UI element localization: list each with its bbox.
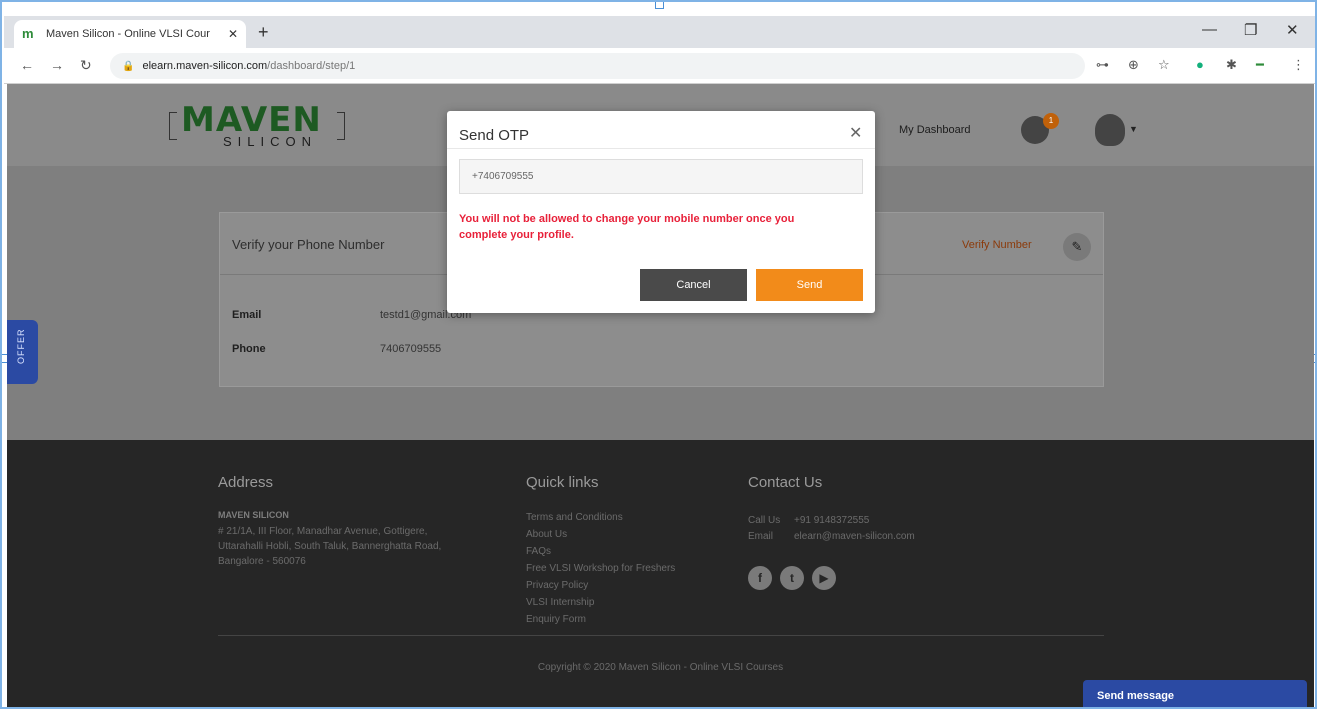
send-otp-modal: Send OTP ✕ You will not be allowed to ch… bbox=[447, 111, 875, 313]
zoom-icon[interactable]: ⊕ bbox=[1128, 57, 1139, 73]
footer-link[interactable]: About Us bbox=[526, 529, 675, 546]
verify-number-link[interactable]: Verify Number bbox=[962, 239, 1032, 251]
forward-icon[interactable]: → bbox=[50, 57, 64, 73]
quick-links-heading: Quick links bbox=[526, 474, 599, 491]
quick-links-list: Terms and Conditions About Us FAQs Free … bbox=[526, 512, 675, 631]
site-footer: Address MAVEN SILICON # 21/1A, III Floor… bbox=[7, 440, 1314, 707]
reload-icon[interactable]: ↻ bbox=[80, 57, 92, 74]
footer-link[interactable]: FAQs bbox=[526, 546, 675, 563]
footer-link[interactable]: VLSI Internship bbox=[526, 597, 675, 614]
tab-close-icon[interactable]: ✕ bbox=[228, 27, 238, 41]
chevron-down-icon[interactable]: ▼ bbox=[1129, 124, 1138, 134]
offer-side-tab[interactable]: OFFER bbox=[7, 320, 38, 384]
bookmark-star-icon[interactable]: ☆ bbox=[1158, 57, 1170, 73]
offer-label: OFFER bbox=[16, 328, 26, 365]
facebook-icon[interactable]: f bbox=[748, 566, 772, 590]
url-path: /dashboard/step/1 bbox=[267, 60, 356, 72]
footer-divider bbox=[218, 635, 1104, 636]
grammarly-extension-icon[interactable]: ● bbox=[1196, 57, 1204, 72]
address-company-name: MAVEN SILICON bbox=[218, 510, 289, 520]
maven-silicon-logo[interactable]: MAVEN SILICON bbox=[169, 100, 347, 156]
phone-number-input[interactable] bbox=[459, 159, 863, 194]
key-icon[interactable]: ⊶ bbox=[1096, 57, 1109, 73]
modal-divider bbox=[447, 148, 875, 149]
restore-icon[interactable]: ❐ bbox=[1244, 21, 1257, 39]
twitter-icon[interactable]: t bbox=[780, 566, 804, 590]
footer-link[interactable]: Free VLSI Workshop for Freshers bbox=[526, 563, 675, 580]
address-heading: Address bbox=[218, 474, 274, 491]
extension-icon[interactable]: ━ bbox=[1256, 57, 1264, 73]
extensions-puzzle-icon[interactable]: ✱ bbox=[1226, 57, 1237, 73]
send-message-chat-button[interactable]: Send message bbox=[1083, 680, 1307, 707]
url-host: elearn.maven-silicon.com bbox=[142, 60, 268, 72]
new-tab-button[interactable]: + bbox=[258, 22, 269, 43]
contact-email-label: Email bbox=[748, 531, 774, 542]
phone-value: 7406709555 bbox=[380, 343, 442, 355]
edit-pencil-icon[interactable]: ✎ bbox=[1063, 233, 1091, 261]
tab-title: Maven Silicon - Online VLSI Cour bbox=[46, 28, 210, 40]
youtube-icon[interactable]: ▶ bbox=[812, 566, 836, 590]
modal-close-icon[interactable]: ✕ bbox=[849, 123, 862, 143]
lock-icon: 🔒 bbox=[122, 60, 135, 72]
minimize-icon[interactable]: — bbox=[1202, 21, 1217, 38]
maven-favicon-icon: m bbox=[22, 26, 34, 41]
browser-menu-icon[interactable]: ⋮ bbox=[1292, 57, 1305, 73]
cancel-button[interactable]: Cancel bbox=[640, 269, 747, 301]
logo-bracket-left bbox=[169, 112, 177, 140]
browser-toolbar: ← → ↻ 🔒 elearn.maven-silicon.com/dashboa… bbox=[4, 48, 1315, 84]
footer-link[interactable]: Terms and Conditions bbox=[526, 512, 675, 529]
browser-tab-bar: m Maven Silicon - Online VLSI Cour ✕ + —… bbox=[4, 16, 1315, 48]
phone-label: Phone bbox=[232, 343, 266, 355]
modal-warning-text: You will not be allowed to change your m… bbox=[459, 213, 795, 241]
browser-tab[interactable]: m Maven Silicon - Online VLSI Cour ✕ bbox=[14, 20, 246, 48]
footer-link[interactable]: Enquiry Form bbox=[526, 614, 675, 631]
call-label: Call Us bbox=[748, 515, 781, 526]
address-text: # 21/1A, III Floor, Manadhar Avenue, Got… bbox=[218, 526, 442, 567]
call-value[interactable]: +91 9148372555 bbox=[794, 515, 869, 526]
resize-handle-top[interactable] bbox=[655, 2, 664, 9]
window-close-icon[interactable]: ✕ bbox=[1286, 21, 1299, 39]
modal-title: Send OTP bbox=[459, 127, 530, 144]
address-bar[interactable]: 🔒 elearn.maven-silicon.com/dashboard/ste… bbox=[110, 53, 1085, 79]
contact-heading: Contact Us bbox=[748, 474, 823, 491]
logo-sub-text: SILICON bbox=[223, 134, 318, 149]
logo-bracket-right bbox=[337, 112, 345, 140]
my-dashboard-link[interactable]: My Dashboard bbox=[899, 124, 971, 136]
contact-email-value[interactable]: elearn@maven-silicon.com bbox=[794, 531, 915, 542]
user-avatar-icon[interactable] bbox=[1095, 114, 1125, 146]
footer-link[interactable]: Privacy Policy bbox=[526, 580, 675, 597]
notification-badge: 1 bbox=[1043, 113, 1059, 129]
email-label: Email bbox=[232, 309, 262, 321]
back-icon[interactable]: ← bbox=[20, 57, 34, 73]
copyright-text: Copyright © 2020 Maven Silicon - Online … bbox=[537, 662, 784, 673]
card-title: Verify your Phone Number bbox=[232, 237, 385, 252]
send-button[interactable]: Send bbox=[756, 269, 863, 301]
screenshot-frame: m Maven Silicon - Online VLSI Cour ✕ + —… bbox=[0, 0, 1317, 709]
